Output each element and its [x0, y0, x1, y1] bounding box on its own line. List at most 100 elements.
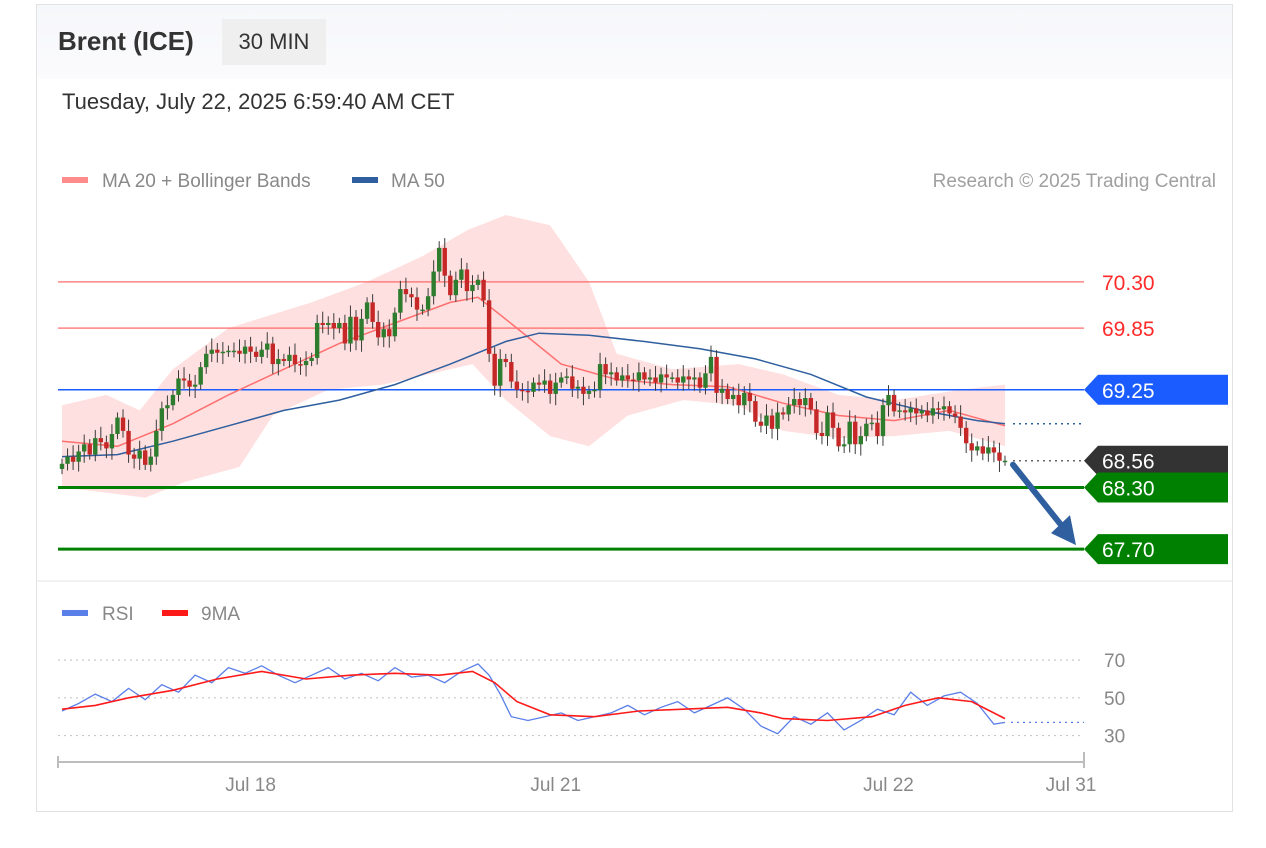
- candle-body: [143, 450, 148, 465]
- candle-body: [503, 358, 508, 363]
- candle-body: [825, 412, 830, 437]
- candle-body: [653, 377, 658, 383]
- rsi-legend-swatch: [62, 610, 88, 616]
- candle-body: [425, 296, 431, 310]
- candle-body: [542, 380, 547, 385]
- candle-body: [592, 389, 597, 392]
- candle-body: [708, 356, 714, 374]
- candle-body: [448, 275, 453, 296]
- candle-body: [930, 408, 936, 416]
- candle-body: [719, 388, 725, 393]
- candle-body: [375, 321, 381, 338]
- forecast-arrow-group: [1010, 461, 1076, 546]
- x-axis-group: Jul 18 Jul 21 Jul 22 Jul 31: [57, 752, 1096, 796]
- candle-body: [170, 394, 176, 406]
- candle-body: [969, 443, 974, 451]
- candle-body: [159, 408, 165, 431]
- candle-body: [292, 354, 298, 365]
- candle-body: [742, 392, 747, 406]
- candle-body: [620, 375, 625, 381]
- candle-body: [797, 399, 802, 406]
- candle-body: [847, 421, 852, 445]
- candle-body: [420, 309, 425, 312]
- candle-body: [309, 357, 314, 361]
- candle-body: [431, 271, 436, 297]
- resistance-label: 70.30: [1102, 272, 1155, 295]
- legend: MA 20 + Bollinger Bands MA 50 Research ©…: [62, 171, 1216, 192]
- candle-body: [253, 351, 259, 357]
- candle-body: [470, 284, 475, 292]
- candle-body: [270, 343, 275, 365]
- candle-body: [514, 381, 520, 390]
- candle-body: [575, 386, 581, 389]
- candle-body: [220, 351, 226, 354]
- candle-body: [792, 399, 797, 406]
- candle-body: [176, 378, 181, 395]
- candle-body: [853, 421, 858, 445]
- candle-body: [364, 302, 370, 319]
- bollinger-band: [62, 215, 1005, 498]
- copyright-text: Research © 2025 Trading Central: [933, 171, 1216, 192]
- rsi-ma-legend-swatch: [162, 610, 188, 616]
- candle-body: [692, 377, 697, 380]
- candle-body: [437, 247, 442, 272]
- candle-body: [914, 408, 919, 414]
- candle-body: [59, 463, 65, 469]
- candle-body: [814, 409, 819, 433]
- candle-body: [475, 279, 481, 285]
- candle-body: [115, 417, 120, 434]
- candle-body: [442, 247, 447, 276]
- candle-body: [98, 438, 104, 443]
- candle-body: [958, 416, 963, 428]
- candle-body: [298, 364, 303, 366]
- candle-body: [681, 376, 686, 383]
- rsi-line: [61, 663, 1006, 735]
- candle-body: [414, 297, 420, 310]
- candle-body: [76, 451, 81, 462]
- candle-body: [126, 430, 131, 455]
- candle-body: [265, 343, 270, 350]
- candle-body: [353, 316, 359, 341]
- candle-body: [154, 430, 159, 457]
- candle-body: [492, 353, 497, 386]
- candle-body: [736, 394, 741, 406]
- candle-body: [803, 398, 808, 406]
- candle-body: [486, 300, 492, 354]
- candle-body: [819, 432, 825, 437]
- candle-body: [120, 417, 126, 431]
- candle-body: [947, 406, 952, 414]
- candle-body: [919, 410, 924, 414]
- candle-body: [936, 408, 941, 410]
- candle-body: [658, 374, 664, 383]
- candle-body: [830, 412, 836, 428]
- candle-body: [941, 406, 947, 410]
- chart-svg: MA 20 + Bollinger Bands MA 50 Research ©…: [37, 171, 1232, 796]
- candle-body: [625, 375, 630, 380]
- resistance-label: 69.85: [1102, 318, 1155, 341]
- candle-body: [231, 350, 237, 353]
- support-price-tag-label: 67.70: [1102, 539, 1155, 562]
- candle-body: [459, 269, 464, 280]
- rsi-tick-label: 70: [1104, 651, 1125, 672]
- candle-body: [886, 394, 891, 406]
- candle-body: [864, 423, 869, 437]
- candle-body: [464, 269, 470, 292]
- candle-body: [137, 450, 142, 459]
- candle-body: [287, 354, 292, 361]
- candle-body: [836, 427, 841, 447]
- ma50-legend-label: MA 50: [391, 171, 445, 192]
- candle-body: [81, 444, 87, 452]
- candle-body: [209, 349, 214, 354]
- candle-body: [381, 329, 386, 338]
- candle-body: [908, 408, 913, 413]
- candle-body: [714, 356, 719, 393]
- candle-body: [786, 405, 791, 415]
- candle-body: [808, 398, 814, 410]
- candle-body: [902, 410, 908, 413]
- candle-body: [192, 384, 198, 387]
- candle-body: [481, 279, 486, 301]
- candle-body: [603, 364, 608, 375]
- candle-body: [897, 410, 902, 412]
- candle-body: [331, 322, 337, 329]
- candle-body: [581, 386, 586, 394]
